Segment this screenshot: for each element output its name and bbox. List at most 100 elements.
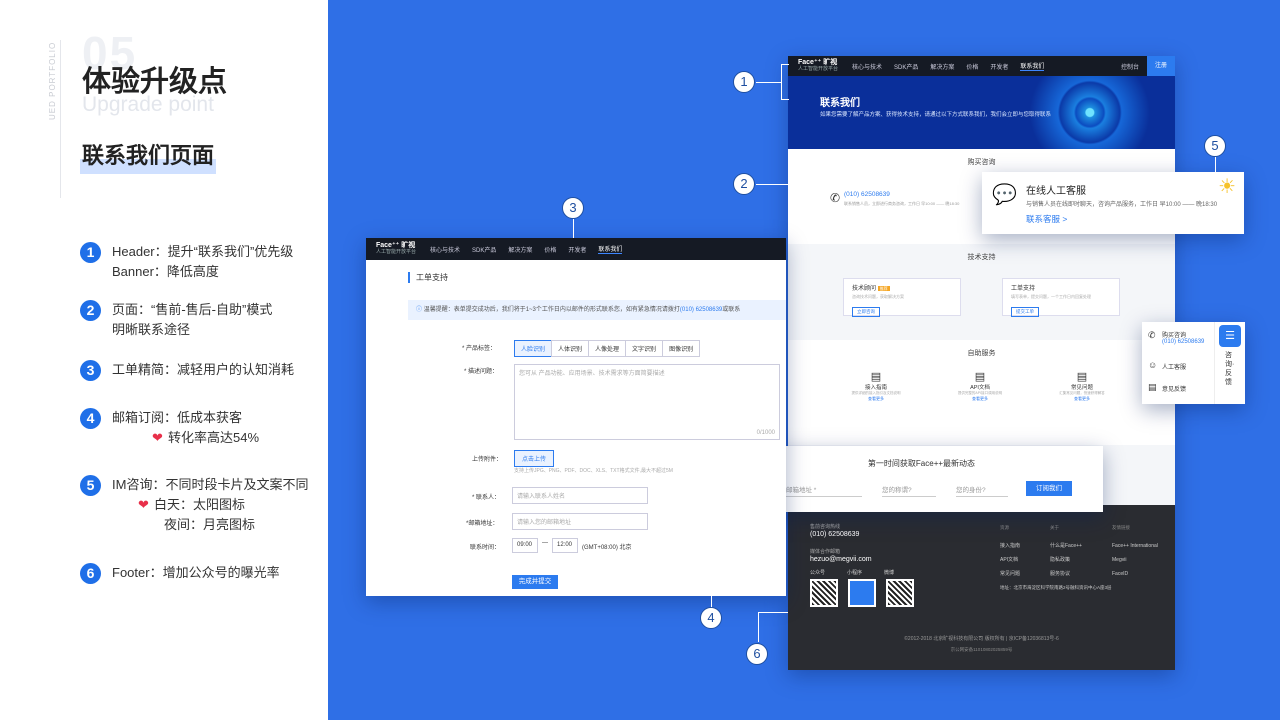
- card-desc: 填写表单，提交问题，一个工作日内回复处理: [1011, 294, 1091, 299]
- footer-link[interactable]: FaceID: [1112, 567, 1158, 581]
- footer-link[interactable]: 接入指南: [1000, 539, 1020, 553]
- connector: [781, 64, 782, 100]
- tag-option[interactable]: 图像识别: [662, 340, 701, 357]
- nav-solutions[interactable]: 解决方案: [930, 62, 954, 71]
- contact-service-link[interactable]: 联系客服 >: [1026, 213, 1067, 225]
- nav-core[interactable]: 核心与技术: [430, 245, 460, 254]
- upload-button[interactable]: 点击上传: [514, 450, 555, 467]
- callout-2: 2: [733, 173, 755, 195]
- sun-icon: ☀: [1218, 176, 1236, 198]
- subscribe-card: 第一时间获取Face++最新动态 邮箱地址 * 您的称谓? 您的身份? 订阅我们: [740, 446, 1103, 512]
- sidebar-tab[interactable]: ☰ 咨询·反馈: [1214, 322, 1245, 404]
- wechat-icon[interactable]: 公众号: [810, 569, 825, 576]
- connector: [573, 219, 574, 238]
- footer-link[interactable]: 服务协议: [1050, 567, 1082, 581]
- im-card: 💬 在线人工客服 与销售人员在线即时聊天，咨询产品服务，工作日 早10:00 —…: [982, 172, 1244, 234]
- footer-email[interactable]: hezuo@megvii.com: [810, 556, 872, 563]
- document-icon: ▤: [1148, 382, 1157, 392]
- nav-sdk[interactable]: SDK产品: [472, 245, 496, 254]
- tag-option[interactable]: 人像处理: [588, 340, 627, 357]
- feature-text: 明晰联系途径: [112, 322, 191, 337]
- self-item: ▤ 接入指南 提供详细的接入指引及文档说明 查看更多: [838, 370, 914, 402]
- tag-option[interactable]: 人脸识别: [514, 340, 553, 357]
- field-label: * 描述问题：: [464, 369, 499, 375]
- info-icon: ⓘ: [416, 307, 423, 313]
- nav-contact[interactable]: 联系我们: [598, 244, 623, 254]
- email-field[interactable]: 邮箱地址 *: [786, 484, 862, 497]
- description-textarea[interactable]: 您可从 产品功能、应用场景、技术需求等方面简要描述 0/1000: [514, 364, 780, 440]
- submit-button[interactable]: 完成并提交: [512, 575, 558, 589]
- nav-price[interactable]: 价格: [966, 62, 978, 71]
- feature-text: Banner：降低高度: [112, 264, 219, 279]
- email-input[interactable]: 请输入您的邮箱地址: [512, 513, 648, 530]
- sidebar-item-buy[interactable]: 购买咨询: [1162, 330, 1186, 339]
- footer-link[interactable]: 常见问题: [1000, 567, 1020, 581]
- weibo-icon[interactable]: 微博: [884, 569, 894, 576]
- contact-input[interactable]: 请输入联系人姓名: [512, 487, 648, 504]
- console-link[interactable]: 控制台: [1121, 62, 1139, 71]
- time-to-select[interactable]: 12:00: [552, 538, 578, 553]
- connector: [711, 482, 712, 608]
- qr-code: [848, 579, 876, 607]
- footer-link[interactable]: API文档: [1000, 553, 1020, 567]
- time-separator: —: [542, 540, 548, 546]
- feature-item: 3 工单精简：减轻用户的认知消耗: [80, 360, 294, 381]
- feature-text: 邮箱订阅：低成本获客: [112, 410, 243, 425]
- banner: 联系我们 如果您需要了解产品方案、获得技术支持，请通过以下方式联系我们，我们会立…: [788, 76, 1175, 149]
- subscribe-button[interactable]: 订阅我们: [1026, 481, 1072, 496]
- footer-hotline: (010) 62508639: [810, 531, 860, 538]
- name-field[interactable]: 您的称谓?: [882, 484, 936, 497]
- feature-number: 3: [80, 360, 101, 381]
- footer-address: 地址：北京市海淀区科学院南路2号融科资讯中心A座3层: [1000, 585, 1112, 590]
- nav-core[interactable]: 核心与技术: [852, 62, 882, 71]
- phone-icon: ✆: [830, 191, 841, 205]
- footer-link[interactable]: 什么是Face++: [1050, 539, 1082, 553]
- footer-link[interactable]: 隐私政策: [1050, 553, 1082, 567]
- floating-sidebar: ✆ 购买咨询 (010) 62508639 ☺ 人工客服 ▤ 意见反馈 ☰ 咨询…: [1142, 322, 1245, 404]
- submit-ticket-button[interactable]: 提交工单: [1011, 307, 1039, 317]
- nav-contact[interactable]: 联系我们: [1020, 61, 1045, 71]
- connector: [758, 612, 788, 613]
- tag-option[interactable]: 人体识别: [551, 340, 590, 357]
- card-desc: 咨询技术问题，获取解决方案: [852, 294, 904, 299]
- consult-button[interactable]: 立即咨询: [852, 307, 880, 317]
- sidebar-item-service[interactable]: 人工客服: [1162, 362, 1186, 371]
- footer-link[interactable]: Face++ International: [1112, 539, 1158, 553]
- nav-sdk[interactable]: SDK产品: [894, 62, 918, 71]
- footer-link[interactable]: Megvii: [1112, 553, 1158, 567]
- qr-code: [886, 579, 914, 607]
- subscribe-title: 第一时间获取Face++最新动态: [867, 459, 976, 468]
- chat-icon: ☰: [1219, 325, 1241, 347]
- connector: [756, 184, 788, 185]
- card-title: 技术顾问: [852, 286, 877, 292]
- tag-option[interactable]: 文字识别: [625, 340, 664, 357]
- miniprogram-icon[interactable]: 小程序: [847, 569, 862, 576]
- feature-number: 6: [80, 563, 101, 584]
- time-from-select[interactable]: 09:00: [512, 538, 538, 553]
- feature-text: IM咨询：不同时段卡片及文案不同: [112, 477, 309, 492]
- sidebar-item-feedback[interactable]: 意见反馈: [1162, 384, 1186, 393]
- role-select[interactable]: 您的身份?: [956, 484, 1008, 497]
- register-button[interactable]: 注册: [1146, 56, 1175, 76]
- callout-5: 5: [1204, 135, 1226, 157]
- connector: [1215, 157, 1216, 173]
- feature-text: 转化率高达54%: [168, 430, 260, 445]
- qr-code: [810, 579, 838, 607]
- document-icon: ▤: [870, 371, 882, 383]
- nav-price[interactable]: 价格: [544, 245, 556, 254]
- callout-6: 6: [746, 643, 768, 665]
- site-logo[interactable]: Face⁺⁺ 旷视 人工智能开放平台: [798, 59, 838, 73]
- connector: [758, 612, 759, 642]
- feature-item: 4 邮箱订阅：低成本获客 ❤ 转化率高达54%: [80, 408, 259, 448]
- sidebar-phone: (010) 62508639: [1162, 339, 1205, 345]
- site-logo[interactable]: Face⁺⁺ 旷视 人工智能开放平台: [376, 242, 416, 256]
- sidebar-tab-label: 咨询·反馈: [1225, 352, 1235, 386]
- heart-icon: ❤: [152, 430, 163, 445]
- nav-solutions[interactable]: 解决方案: [508, 245, 532, 254]
- more-link[interactable]: 查看更多: [838, 396, 914, 402]
- more-link[interactable]: 查看更多: [942, 396, 1018, 402]
- nav-dev[interactable]: 开发者: [990, 62, 1008, 71]
- nav-dev[interactable]: 开发者: [568, 245, 586, 254]
- more-link[interactable]: 查看更多: [1044, 396, 1120, 402]
- badge: 推荐: [877, 286, 890, 291]
